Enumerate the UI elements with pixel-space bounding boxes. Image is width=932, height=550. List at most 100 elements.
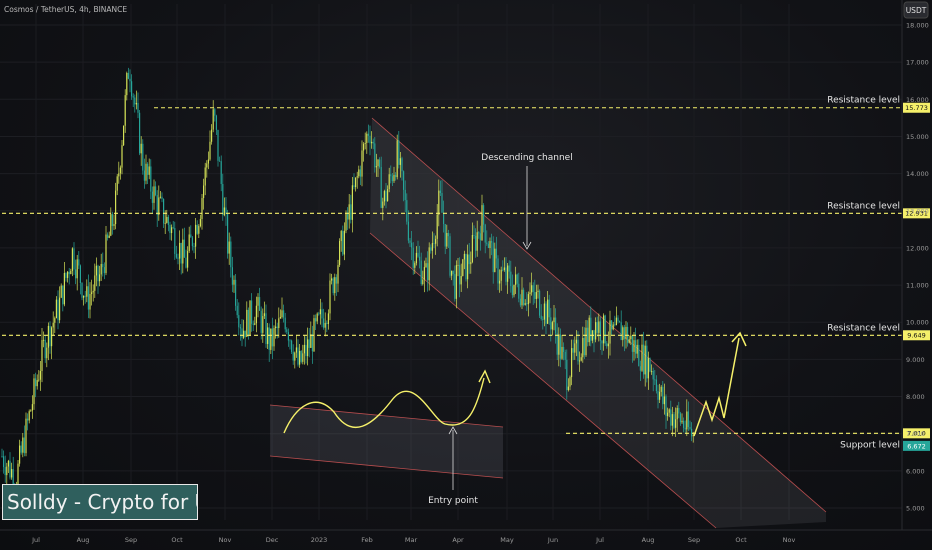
candle-body <box>387 189 389 202</box>
candle-body <box>532 285 534 293</box>
candle-body <box>691 428 693 437</box>
candle-body <box>131 81 133 97</box>
candle-body <box>236 305 238 316</box>
candle-body <box>102 264 104 268</box>
candle-body <box>473 234 475 236</box>
candle-body <box>615 317 617 326</box>
candle-body <box>641 344 643 371</box>
candle-body <box>172 227 174 229</box>
candle-body <box>188 234 190 252</box>
candle-body <box>99 274 101 282</box>
candle-body <box>636 344 638 354</box>
candle-body <box>559 334 561 359</box>
candle-body <box>217 129 219 161</box>
candle-body <box>451 270 453 276</box>
candle-body <box>657 391 659 400</box>
candle-body <box>399 158 401 165</box>
candle-body <box>491 241 493 243</box>
candle-body <box>579 360 581 362</box>
candle-body <box>265 313 267 344</box>
candle-body <box>230 241 232 268</box>
candle-body <box>161 196 163 199</box>
candle-body <box>65 272 67 278</box>
candle-body <box>73 248 75 270</box>
candle-body <box>495 248 497 259</box>
candle-body <box>23 437 25 454</box>
candle-body <box>577 339 579 362</box>
candle-body <box>551 322 553 330</box>
candle-body <box>683 420 685 428</box>
candle-body <box>284 317 286 330</box>
candle-body <box>644 345 646 375</box>
candle-body <box>515 274 517 285</box>
candle-body <box>187 251 189 268</box>
candle-body <box>670 409 672 426</box>
candle-body <box>327 313 329 325</box>
candle-body <box>175 253 177 258</box>
candle-body <box>92 290 94 293</box>
price-tick-label: 7.000 <box>906 430 925 438</box>
candle-body <box>665 396 667 417</box>
candle-body <box>75 269 77 279</box>
price-chart[interactable]: Resistance level 15.773 Resistance level 12… <box>0 0 932 550</box>
candle-body <box>28 411 30 421</box>
candle-body <box>372 141 374 144</box>
candle-body <box>617 317 619 322</box>
candle-body <box>457 264 459 266</box>
candle-body <box>283 310 285 318</box>
candle-body <box>471 234 473 263</box>
candle-body <box>211 129 213 142</box>
candle-body <box>121 145 123 168</box>
candle-body <box>111 214 113 227</box>
candle-body <box>150 166 152 192</box>
candle-body <box>483 205 485 225</box>
candle-body <box>36 380 38 387</box>
candle-body <box>171 227 173 234</box>
candle-body <box>129 78 131 82</box>
candle-body <box>275 326 277 329</box>
candle-body <box>531 285 533 293</box>
candle-body <box>159 196 161 198</box>
candle-body <box>83 295 85 298</box>
candle-body <box>505 267 507 282</box>
candle-body <box>423 267 425 280</box>
candle-body <box>444 223 446 247</box>
candle-body <box>182 239 184 264</box>
candle-body <box>415 252 417 264</box>
candle-body <box>355 177 357 188</box>
candle-body <box>177 257 179 259</box>
candle-body <box>305 344 307 357</box>
candle-body <box>379 159 381 167</box>
chart-stage[interactable]: Resistance level 15.773 Resistance level 12… <box>0 0 932 550</box>
candle-body <box>100 264 102 275</box>
candle-body <box>315 318 317 322</box>
candle-body <box>494 248 496 273</box>
candle-body <box>351 185 353 220</box>
candle-body <box>659 391 661 400</box>
candle-body <box>198 226 200 234</box>
candle-body <box>295 347 297 353</box>
candle-body <box>38 379 40 381</box>
symbol-title: Cosmos / TetherUS, 4h, BINANCE <box>4 5 127 14</box>
candle-body <box>276 326 278 329</box>
candle-body <box>662 386 664 405</box>
candle-body <box>668 409 670 413</box>
candle-body <box>375 166 377 168</box>
candle-body <box>243 330 245 338</box>
candle-body <box>115 190 117 225</box>
candle-body <box>46 347 48 359</box>
candle-body <box>143 170 145 181</box>
candle-body <box>4 467 6 476</box>
time-tick-label: Aug <box>642 536 655 544</box>
candle-body <box>151 191 153 203</box>
candle-body <box>299 350 301 365</box>
candle-body <box>358 169 360 177</box>
candle-body <box>567 386 569 391</box>
candle-body <box>422 279 424 285</box>
candle-body <box>316 313 318 322</box>
candle-body <box>612 324 614 330</box>
candle-body <box>342 231 344 255</box>
candle-body <box>134 97 136 105</box>
candle-body <box>156 195 158 215</box>
candle-body <box>167 216 169 225</box>
